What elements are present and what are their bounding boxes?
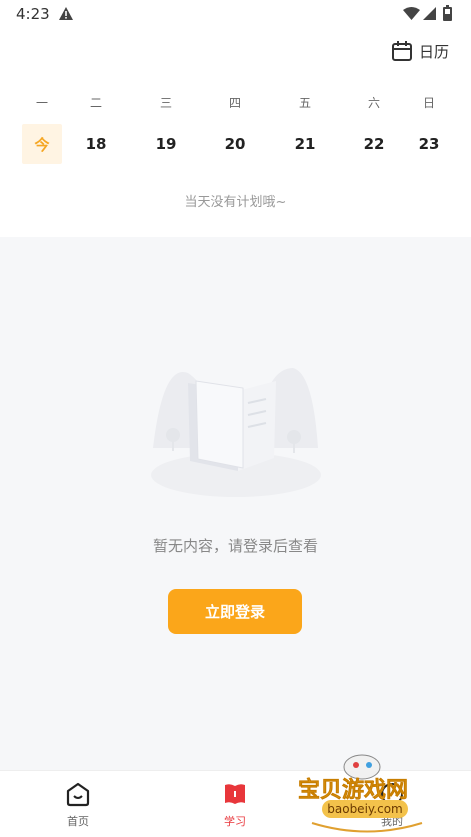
battery-icon	[443, 5, 452, 21]
weekday-row: 一 二 三 四 五 六 日	[0, 94, 471, 114]
weekday-thu: 四	[228, 96, 241, 110]
date-cell[interactable]: 21	[285, 124, 325, 164]
date-today[interactable]: 今	[22, 124, 62, 164]
calendar-icon	[391, 41, 412, 61]
date-cell[interactable]: 19	[146, 124, 186, 164]
watermark-title: 宝贝游戏网	[298, 777, 408, 803]
date-cell[interactable]: 22	[354, 124, 394, 164]
calendar-label: 日历	[418, 42, 449, 61]
weekday-tue: 二	[89, 96, 102, 110]
weekday-wed: 三	[159, 96, 172, 110]
nav-item-home[interactable]: 首页	[48, 781, 108, 829]
weekday-fri: 五	[298, 96, 311, 110]
calendar-button[interactable]: 日历	[391, 40, 449, 62]
warning-icon	[59, 7, 73, 20]
status-bar: 4:23	[0, 0, 471, 28]
home-icon	[66, 782, 90, 807]
empty-book-illustration	[151, 368, 321, 497]
login-button[interactable]: 立即登录	[168, 589, 302, 634]
date-cell[interactable]: 23	[409, 124, 449, 164]
no-plan-message: 当天没有计划哦~	[184, 195, 287, 210]
nav-item-study[interactable]: 学习	[205, 781, 265, 829]
watermark-url: baobeiy.com	[327, 802, 402, 816]
status-time: 4:23	[16, 5, 50, 23]
weekday-sat: 六	[367, 96, 380, 110]
weekday-sun: 日	[422, 96, 435, 110]
date-cell[interactable]: 20	[215, 124, 255, 164]
dates-row: 今 18 19 20 21 22 23	[0, 124, 471, 164]
nav-label-study: 学习	[224, 815, 246, 828]
date-cell[interactable]: 18	[76, 124, 116, 164]
book-icon	[225, 784, 245, 804]
baobeiy-watermark-logo: 宝贝游戏网 baobeiy.com	[298, 754, 423, 833]
signal-icon	[423, 7, 436, 20]
weekday-mon: 一	[35, 96, 48, 110]
empty-state-text: 暂无内容，请登录后查看	[152, 537, 318, 555]
empty-state-area: 暂无内容，请登录后查看 立即登录	[0, 237, 471, 770]
nav-label-home: 首页	[67, 815, 89, 828]
wifi-icon	[403, 7, 420, 20]
